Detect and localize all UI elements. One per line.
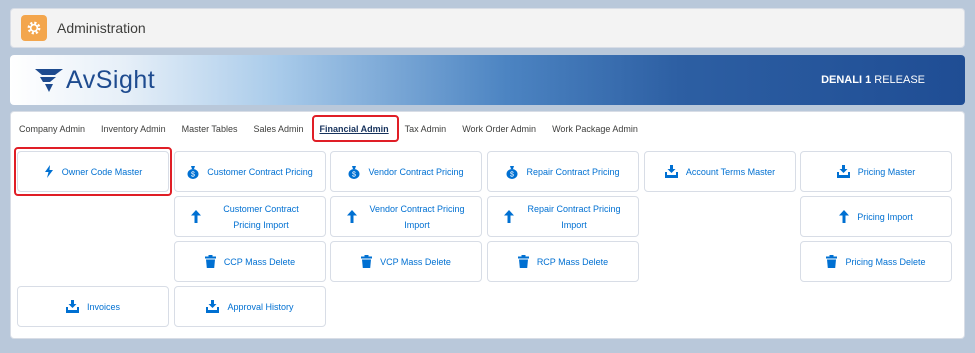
arrow-up-icon (839, 210, 850, 223)
tab-tax-admin[interactable]: Tax Admin (405, 123, 447, 141)
account-terms-master-button[interactable]: Account Terms Master (644, 151, 796, 192)
trash-icon (517, 255, 529, 268)
approval-history-label: Approval History (227, 301, 294, 312)
arrow-up-icon (191, 210, 201, 223)
pricing-mass-delete-label: Pricing Mass Delete (845, 256, 926, 267)
brand-banner: AvSight DENALI 1 RELEASE (10, 55, 965, 105)
approval-history-button[interactable]: Approval History (174, 286, 326, 327)
ccp-mass-delete-button[interactable]: CCP Mass Delete (174, 241, 326, 282)
rcp-mass-delete-button[interactable]: RCP Mass Delete (487, 241, 639, 282)
release-label: DENALI 1 RELEASE (821, 74, 925, 86)
download-tray-icon (664, 165, 678, 178)
trash-icon (361, 255, 373, 268)
release-suffix: RELEASE (874, 74, 925, 86)
repair-contract-pricing-button[interactable]: $ Repair Contract Pricing (487, 151, 639, 192)
money-bag-icon: $ (506, 165, 518, 179)
pricing-import-button[interactable]: Pricing Import (800, 196, 952, 237)
release-name: DENALI 1 (821, 74, 872, 86)
customer-contract-pricing-import-button[interactable]: Customer Contract Pricing Import (174, 196, 326, 237)
tab-master-tables[interactable]: Master Tables (182, 123, 238, 141)
tab-sales-admin[interactable]: Sales Admin (253, 123, 303, 141)
vcp-mass-delete-label: VCP Mass Delete (380, 256, 451, 267)
page-header: Administration (10, 8, 965, 48)
svg-text:$: $ (511, 171, 515, 178)
account-terms-master-label: Account Terms Master (685, 166, 776, 177)
avsight-logo-mark-icon (35, 69, 63, 92)
button-highlight-box (14, 147, 172, 196)
rcp-mass-delete-label: RCP Mass Delete (536, 256, 609, 267)
customer-contract-pricing-button[interactable]: $ Customer Contract Pricing (174, 151, 326, 192)
pricing-import-label: Pricing Import (857, 211, 913, 222)
trash-icon (204, 255, 216, 268)
customer-contract-pricing-label: Customer Contract Pricing (207, 166, 313, 177)
ccp-mass-delete-label: CCP Mass Delete (223, 256, 296, 267)
download-tray-icon (65, 300, 79, 313)
arrow-up-icon (504, 210, 514, 223)
brand-name: AvSight (66, 65, 156, 94)
page-title: Administration (57, 20, 146, 36)
customer-contract-pricing-import-label: Customer Contract Pricing Import (223, 203, 299, 230)
vcp-mass-delete-button[interactable]: VCP Mass Delete (330, 241, 482, 282)
tab-highlight-box (312, 115, 399, 142)
download-tray-icon (206, 300, 220, 313)
gear-icon (21, 15, 47, 41)
tab-work-order-admin[interactable]: Work Order Admin (462, 123, 536, 141)
download-tray-icon (836, 165, 850, 178)
repair-contract-pricing-import-button[interactable]: Repair Contract Pricing Import (487, 196, 639, 237)
svg-text:$: $ (191, 171, 195, 178)
pricing-mass-delete-button[interactable]: Pricing Mass Delete (800, 241, 952, 282)
svg-text:$: $ (353, 171, 357, 178)
tab-inventory-admin[interactable]: Inventory Admin (101, 123, 166, 141)
money-bag-icon: $ (348, 165, 360, 179)
pricing-master-label: Pricing Master (857, 166, 916, 177)
pricing-master-button[interactable]: Pricing Master (800, 151, 952, 192)
vendor-contract-pricing-label: Vendor Contract Pricing (368, 166, 464, 177)
admin-panel: Company Admin Inventory Admin Master Tab… (10, 111, 965, 339)
vendor-contract-pricing-button[interactable]: $ Vendor Contract Pricing (330, 151, 482, 192)
tab-company-admin[interactable]: Company Admin (19, 123, 85, 141)
repair-contract-pricing-label: Repair Contract Pricing (526, 166, 620, 177)
invoices-label: Invoices (86, 301, 121, 312)
repair-contract-pricing-import-label: Repair Contract Pricing Import (527, 203, 621, 230)
vendor-contract-pricing-import-button[interactable]: Vendor Contract Pricing Import (330, 196, 482, 237)
money-bag-icon: $ (187, 165, 199, 179)
arrow-up-icon (347, 210, 357, 223)
trash-icon (826, 255, 838, 268)
vendor-contract-pricing-import-label: Vendor Contract Pricing Import (369, 203, 465, 230)
invoices-button[interactable]: Invoices (17, 286, 169, 327)
tab-work-package-admin[interactable]: Work Package Admin (552, 123, 638, 141)
avsight-logo: AvSight (34, 66, 155, 95)
